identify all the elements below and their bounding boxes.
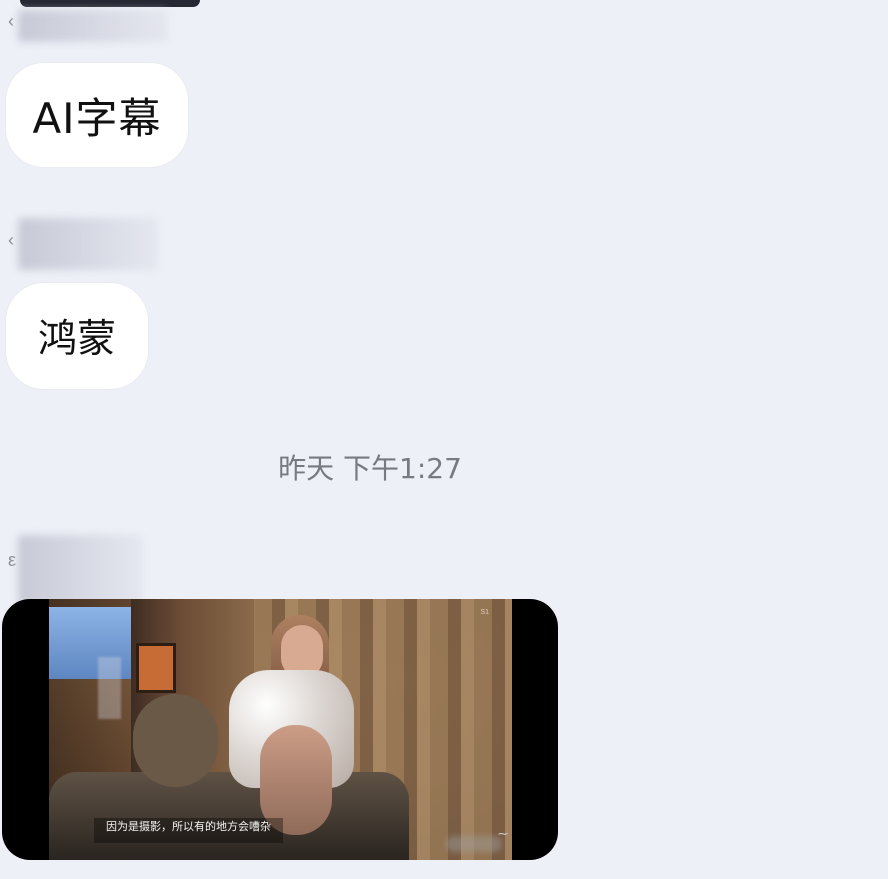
- blurred-sender-name-3: [18, 535, 143, 605]
- message-timestamp: 昨天 下午1:27: [278, 452, 462, 485]
- chat-message-text: 鸿蒙: [37, 317, 116, 362]
- sender-marker-2: ‹: [8, 230, 14, 250]
- chat-screen: ‹ AI字幕 ‹ 鸿蒙 昨天 下午1:27 ε S1 因为是摄影，所以有的地方会: [0, 0, 888, 879]
- video-thumbnail[interactable]: S1 因为是摄影，所以有的地方会嘈杂 ⁓: [49, 599, 512, 860]
- sender-marker-3: ε: [8, 550, 17, 570]
- top-status-fragment: [20, 0, 200, 7]
- background-window: [49, 607, 137, 679]
- video-subtitle: 因为是摄影，所以有的地方会嘈杂: [94, 818, 283, 843]
- video-message[interactable]: S1 因为是摄影，所以有的地方会嘈杂 ⁓: [2, 599, 558, 860]
- chat-bubble-harmonyos[interactable]: 鸿蒙: [6, 283, 148, 389]
- blurred-sender-name-2: [18, 218, 158, 270]
- blurred-sender-name-1: [18, 10, 168, 42]
- video-watermark: S1: [480, 609, 489, 616]
- chat-message-text: AI字幕: [32, 93, 162, 143]
- blurred-video-object: [98, 657, 121, 719]
- background-lamp: [136, 643, 176, 693]
- blurred-video-overlay: [446, 836, 502, 852]
- chat-bubble-ai-subtitles[interactable]: AI字幕: [6, 63, 188, 167]
- sender-marker-1: ‹: [8, 11, 14, 31]
- video-corner-icon: ⁓: [498, 829, 508, 840]
